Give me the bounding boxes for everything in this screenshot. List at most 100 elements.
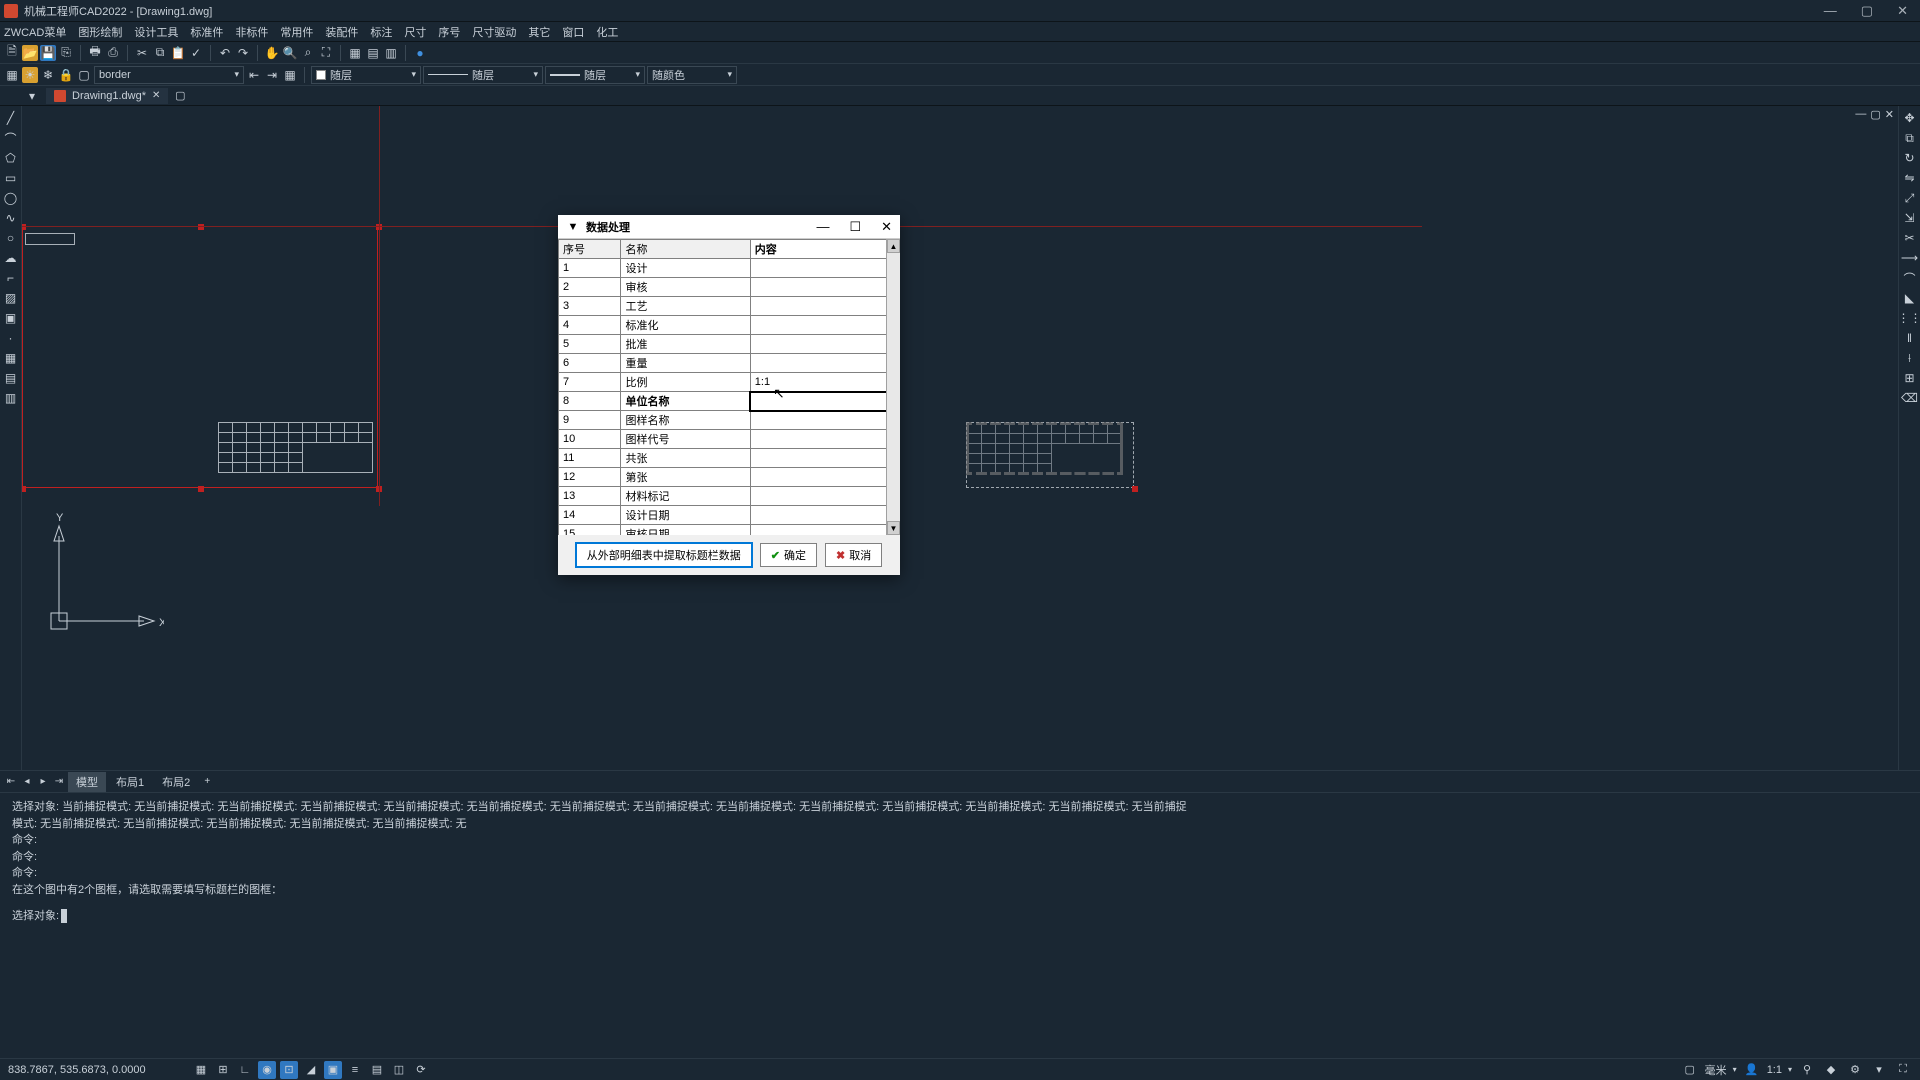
polar-toggle[interactable]: ◉ [258, 1061, 276, 1079]
prop-icon[interactable]: ▦ [347, 45, 363, 61]
saveas-icon[interactable]: ⎘ [58, 45, 74, 61]
layer-color-icon[interactable]: ▢ [76, 67, 92, 83]
minimize-button[interactable]: — [1824, 3, 1837, 19]
line-icon[interactable]: ╱ [3, 110, 19, 126]
cell-seq[interactable]: 4 [559, 316, 621, 335]
cell-seq[interactable]: 11 [559, 449, 621, 468]
tab-layout2[interactable]: 布局2 [154, 772, 198, 792]
preview-icon[interactable]: ⎙ [105, 45, 121, 61]
col-name[interactable]: 名称 [621, 240, 750, 259]
cell-name[interactable]: 审核日期 [621, 525, 750, 536]
cancel-button[interactable]: ✖取消 [825, 543, 882, 567]
break-icon[interactable]: ⟊ [1902, 350, 1918, 366]
layer-freeze-icon[interactable]: ❄ [40, 67, 56, 83]
iso-icon[interactable]: ◆ [1822, 1061, 1840, 1079]
cell-content[interactable] [750, 525, 899, 536]
cell-content[interactable] [750, 278, 899, 297]
model-space-icon[interactable]: ▢ [1681, 1061, 1699, 1079]
data-table[interactable]: 序号 名称 内容 1设计2审核3工艺4标准化5批准6重量7比例1:18单位名称9… [558, 239, 900, 535]
tab-add-button[interactable]: ▢ [172, 88, 188, 104]
cell-seq[interactable]: 5 [559, 335, 621, 354]
layer-manager-icon[interactable]: ▦ [4, 67, 20, 83]
cell-seq[interactable]: 15 [559, 525, 621, 536]
cell-seq[interactable]: 2 [559, 278, 621, 297]
move-icon[interactable]: ✥ [1902, 110, 1918, 126]
cycle-toggle[interactable]: ⟳ [412, 1061, 430, 1079]
menu-assembly[interactable]: 装配件 [325, 24, 358, 40]
cell-content[interactable] [750, 468, 899, 487]
cell-name[interactable]: 设计日期 [621, 506, 750, 525]
close-button[interactable]: ✕ [1897, 3, 1908, 19]
table-row[interactable]: 7比例1:1 [559, 373, 900, 392]
table-row[interactable]: 15审核日期 [559, 525, 900, 536]
point-icon[interactable]: · [3, 330, 19, 346]
stretch-icon[interactable]: ⇲ [1902, 210, 1918, 226]
cell-seq[interactable]: 1 [559, 259, 621, 278]
cell-name[interactable]: 材料标记 [621, 487, 750, 506]
rect-icon[interactable]: ▭ [3, 170, 19, 186]
table-row[interactable]: 1设计 [559, 259, 900, 278]
menu-zwcad[interactable]: ZWCAD菜单 [4, 24, 66, 40]
polygon-icon[interactable]: ⬠ [3, 150, 19, 166]
doc-max-button[interactable]: ▢ [1870, 108, 1880, 121]
anno-icon[interactable]: ⚲ [1798, 1061, 1816, 1079]
cell-name[interactable]: 第张 [621, 468, 750, 487]
scale-icon[interactable]: ⤢ [1902, 190, 1918, 206]
cell-seq[interactable]: 10 [559, 430, 621, 449]
workspace-icon[interactable]: ⚙ [1846, 1061, 1864, 1079]
arc-icon[interactable]: ⌒ [3, 130, 19, 146]
lineweight-combo[interactable]: 随层 ▾ [545, 66, 645, 84]
qp-toggle[interactable]: ◫ [390, 1061, 408, 1079]
zoom-window-icon[interactable]: ⌕ [300, 45, 316, 61]
cell-name[interactable]: 标准化 [621, 316, 750, 335]
tab-add-icon[interactable]: + [200, 775, 214, 789]
menu-nonstd-parts[interactable]: 非标件 [235, 24, 268, 40]
extract-button[interactable]: 从外部明细表中提取标题栏数据 [576, 543, 752, 567]
dyn-toggle[interactable]: ▣ [324, 1061, 342, 1079]
cell-content[interactable] [750, 335, 899, 354]
scroll-up-icon[interactable]: ▲ [887, 239, 900, 253]
more-icon[interactable]: ▥ [3, 390, 19, 406]
units-label[interactable]: 毫米 [1705, 1062, 1727, 1078]
table-row[interactable]: 3工艺 [559, 297, 900, 316]
menu-seq[interactable]: 序号 [438, 24, 460, 40]
menu-dim-drive[interactable]: 尺寸驱动 [472, 24, 516, 40]
color-combo[interactable]: 随层 ▾ [311, 66, 421, 84]
person-icon[interactable]: 👤 [1743, 1061, 1761, 1079]
trim-icon[interactable]: ✂ [1902, 230, 1918, 246]
dropdown-icon[interactable]: ▾ [1733, 1065, 1737, 1074]
cell-seq[interactable]: 13 [559, 487, 621, 506]
table-row[interactable]: 13材料标记 [559, 487, 900, 506]
explode-icon[interactable]: ⊞ [1902, 370, 1918, 386]
otrack-toggle[interactable]: ◢ [302, 1061, 320, 1079]
cell-name[interactable]: 单位名称 [621, 392, 750, 411]
grid-toggle[interactable]: ▦ [192, 1061, 210, 1079]
dialog-close-button[interactable]: ✕ [881, 219, 892, 235]
menu-design-tools[interactable]: 设计工具 [134, 24, 178, 40]
redo-icon[interactable]: ↷ [235, 45, 251, 61]
zoom-extents-icon[interactable]: ⛶ [318, 45, 334, 61]
lwt-toggle[interactable]: ≡ [346, 1061, 364, 1079]
linetype-combo[interactable]: 随层 ▾ [423, 66, 543, 84]
cell-name[interactable]: 审核 [621, 278, 750, 297]
print-icon[interactable]: 🖶 [87, 45, 103, 61]
drawing-canvas[interactable]: — ▢ ✕ [22, 106, 1898, 770]
cell-seq[interactable]: 8 [559, 392, 621, 411]
menu-annotate[interactable]: 标注 [370, 24, 392, 40]
cell-name[interactable]: 重量 [621, 354, 750, 373]
cell-content[interactable] [750, 487, 899, 506]
scroll-down-icon[interactable]: ▼ [887, 521, 900, 535]
dropdown-icon[interactable]: ▾ [1788, 1065, 1792, 1074]
paste-icon[interactable]: 📋 [170, 45, 186, 61]
mirror-icon[interactable]: ⇋ [1902, 170, 1918, 186]
cell-seq[interactable]: 3 [559, 297, 621, 316]
cell-content[interactable] [750, 392, 899, 411]
cell-seq[interactable]: 6 [559, 354, 621, 373]
dialog-min-button[interactable]: — [816, 219, 829, 235]
menu-draw[interactable]: 图形绘制 [78, 24, 122, 40]
tab-first-icon[interactable]: ⇤ [4, 775, 18, 789]
table-row[interactable]: 2审核 [559, 278, 900, 297]
ellipse-icon[interactable]: ◯ [3, 190, 19, 206]
table-row[interactable]: 4标准化 [559, 316, 900, 335]
tab-dropdown-icon[interactable]: ▾ [24, 88, 40, 104]
